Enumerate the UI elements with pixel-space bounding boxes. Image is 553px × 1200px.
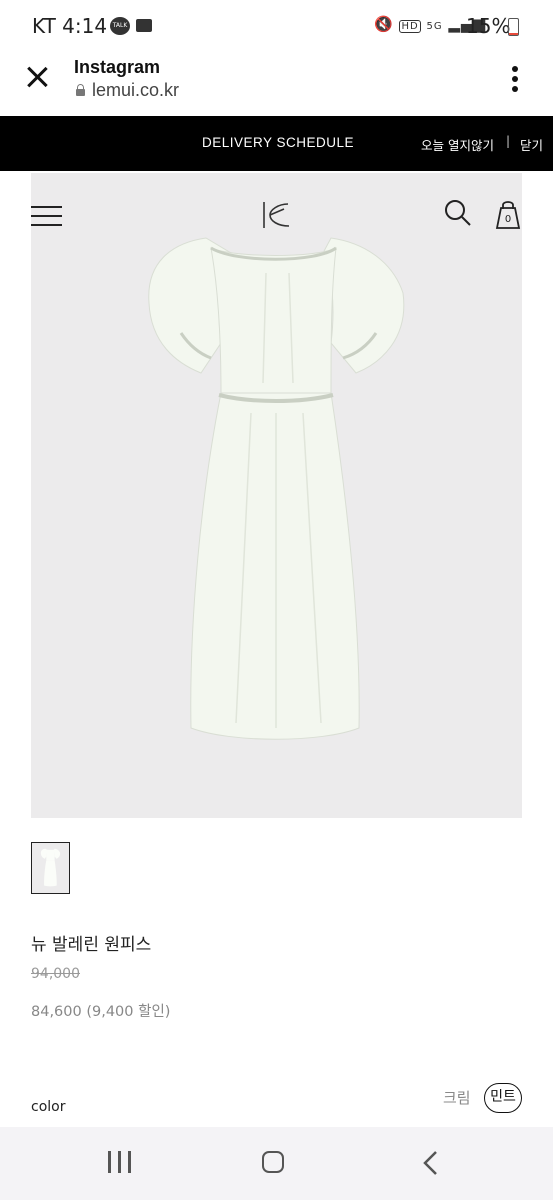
color-option-cream[interactable]: 크림 xyxy=(443,1087,471,1108)
hide-today-button[interactable]: 오늘 열지않기 xyxy=(421,135,494,154)
sale-price: 84,600 (9,400 할인) xyxy=(31,1004,171,1020)
product-thumbnail[interactable] xyxy=(31,842,70,894)
kakaotalk-icon: TALK xyxy=(110,17,130,35)
carrier-time: KT 4:14 xyxy=(32,14,108,38)
browser-title: Instagram xyxy=(74,57,161,77)
status-bar: KT 4:14 TALK 🔇 HD 5G ▂▄▆ 15% xyxy=(0,0,553,52)
color-option-mint[interactable]: 민트 xyxy=(484,1083,522,1113)
original-price: 94,000 xyxy=(31,966,80,982)
color-label: color xyxy=(31,1099,66,1115)
close-icon[interactable] xyxy=(24,64,50,90)
battery-icon xyxy=(508,18,519,36)
more-options-icon[interactable] xyxy=(511,66,519,92)
url-text[interactable]: lemui.co.kr xyxy=(92,80,179,101)
brand-logo-icon[interactable] xyxy=(258,199,294,231)
hd-icon: HD xyxy=(399,20,421,33)
delivery-schedule-link[interactable]: DELIVERY SCHEDULE xyxy=(202,135,354,150)
folder-icon xyxy=(136,19,152,32)
battery-percent: 15% xyxy=(466,14,511,38)
home-icon[interactable] xyxy=(262,1151,284,1173)
recent-apps-icon[interactable] xyxy=(108,1151,132,1173)
hamburger-menu-icon[interactable] xyxy=(31,206,62,226)
banner-close-button[interactable]: 닫기 xyxy=(520,135,543,154)
lock-icon xyxy=(76,84,85,96)
product-name: 뉴 발레린 원피스 xyxy=(31,935,152,955)
dress-illustration xyxy=(148,237,405,740)
thumbnail-dress-image xyxy=(40,848,61,887)
network-icon: 5G xyxy=(426,21,443,32)
delivery-banner: DELIVERY SCHEDULE 오늘 열지않기 | 닫기 xyxy=(0,116,553,171)
banner-separator: | xyxy=(506,134,511,148)
search-icon[interactable] xyxy=(444,199,472,227)
product-image[interactable] xyxy=(31,173,522,818)
back-icon[interactable] xyxy=(421,1150,441,1176)
mute-icon: 🔇 xyxy=(374,15,394,33)
cart-count: 0 xyxy=(504,214,512,225)
